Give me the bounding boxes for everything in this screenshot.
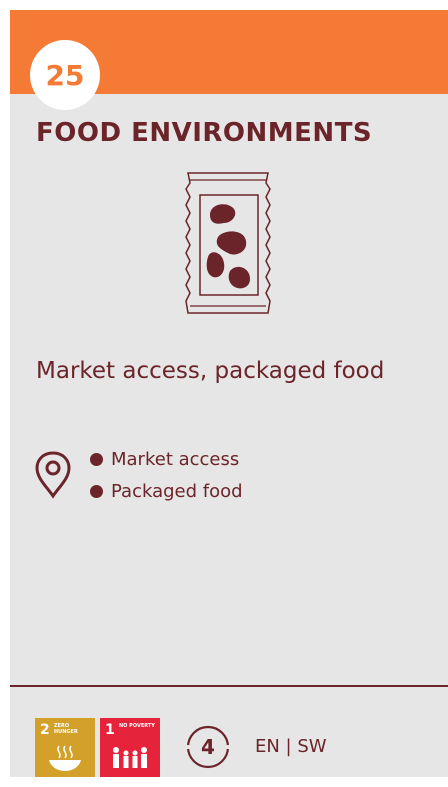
bullet-dot <box>90 452 103 466</box>
card-number-badge: 25 <box>30 40 100 110</box>
food-card: 25 FOOD ENVIRONMENTS Market access, pack… <box>10 10 448 777</box>
bullet-dot <box>90 484 103 498</box>
footer-divider <box>10 685 448 687</box>
level-number: 4 <box>201 735 215 759</box>
list-item: Market access <box>90 443 243 475</box>
bullet-list: Market access Packaged food <box>90 443 243 507</box>
location-pin-icon <box>35 451 71 499</box>
packaged-beans-icon <box>185 172 271 314</box>
bullet-label: Market access <box>111 448 240 470</box>
sdg-label: ZERO HUNGER <box>54 723 78 735</box>
card-subtitle: Market access, packaged food <box>36 358 385 384</box>
bowl-icon <box>49 745 81 771</box>
sdg-1-badge: 1 NO POVERTY <box>100 718 160 777</box>
sdg-number: 1 <box>105 722 115 738</box>
sdg-label: NO POVERTY <box>119 723 155 729</box>
sdg-number: 2 <box>40 722 50 738</box>
card-number: 25 <box>45 58 85 92</box>
sdg-2-badge: 2 ZERO HUNGER <box>35 718 95 777</box>
language-selector[interactable]: EN | SW <box>255 736 327 757</box>
bullet-label: Packaged food <box>111 480 243 502</box>
level-badge: 4 <box>186 725 230 769</box>
card-title: FOOD ENVIRONMENTS <box>36 118 373 148</box>
family-icon <box>113 747 147 768</box>
list-item: Packaged food <box>90 475 243 507</box>
